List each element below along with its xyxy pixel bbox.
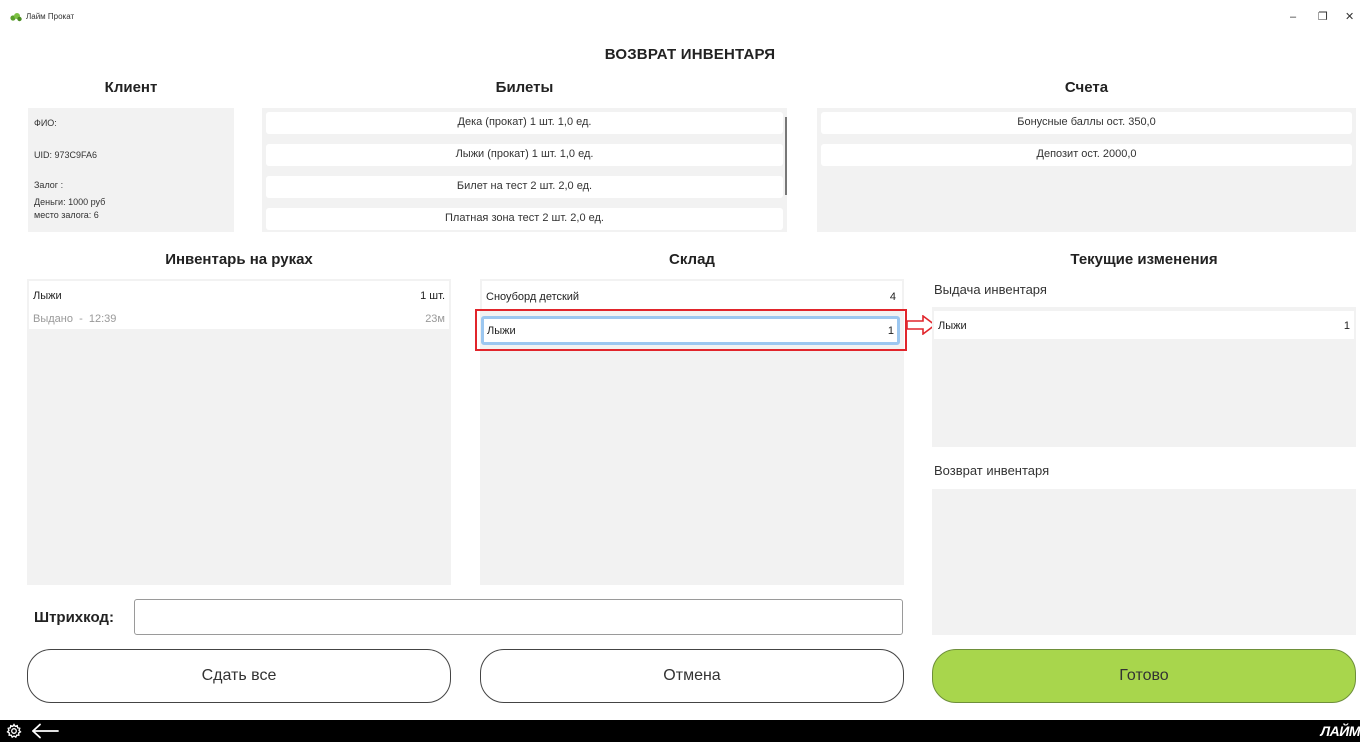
cancel-button[interactable]: Отмена xyxy=(480,649,904,703)
inventory-item-name: Лыжи xyxy=(33,290,62,302)
accounts-panel: Бонусные баллы ост. 350,0 Депозит ост. 2… xyxy=(817,108,1356,232)
warehouse-item-name: Сноуборд детский xyxy=(486,291,580,303)
lime-logo-icon xyxy=(10,13,22,22)
barcode-label: Штрихкод: xyxy=(34,609,114,626)
tickets-panel[interactable]: Дека (прокат) 1 шт. 1,0 ед. Лыжи (прокат… xyxy=(262,108,787,232)
minimize-button[interactable]: – xyxy=(1290,10,1296,24)
issue-item-name: Лыжи xyxy=(938,320,967,332)
accounts-header: Счета xyxy=(1064,79,1109,96)
issue-header: Выдача инвентаря xyxy=(934,282,1047,297)
inventory-item[interactable]: Лыжи 1 шт. Выдано - 12:39 23м xyxy=(29,281,449,329)
warehouse-item[interactable]: Сноуборд детский 4 xyxy=(482,281,902,311)
client-deposit-place: место залога: 6 xyxy=(34,210,99,220)
title-bar xyxy=(0,0,1360,36)
app-name: Лайм Прокат xyxy=(26,12,75,21)
client-fio: ФИО: xyxy=(34,118,57,128)
return-all-button[interactable]: Сдать все xyxy=(27,649,451,703)
back-arrow-icon[interactable] xyxy=(30,723,60,739)
issue-panel: Лыжи 1 xyxy=(932,307,1356,447)
return-header: Возврат инвентаря xyxy=(934,463,1050,478)
warehouse-item-name: Лыжи xyxy=(487,325,516,337)
ticket-item[interactable]: Платная зона тест 2 шт. 2,0 ед. xyxy=(266,208,783,230)
warehouse-item-qty: 1 xyxy=(887,325,894,337)
client-money: Деньги: 1000 руб xyxy=(34,197,106,207)
inventory-item-duration: 23м xyxy=(425,313,445,325)
tickets-scrollbar[interactable] xyxy=(785,117,787,195)
inventory-on-hand-header: Инвентарь на руках xyxy=(165,251,313,268)
restore-button[interactable]: ❐ xyxy=(1318,10,1328,24)
client-deposit: Залог : xyxy=(34,180,64,190)
ticket-item[interactable]: Билет на тест 2 шт. 2,0 ед. xyxy=(266,176,783,198)
inventory-item-qty: 1 шт. xyxy=(420,290,445,302)
client-header: Клиент xyxy=(104,79,158,96)
current-changes-header: Текущие изменения xyxy=(1070,251,1218,268)
bottom-bar xyxy=(0,720,1360,742)
inventory-on-hand-panel: Лыжи 1 шт. Выдано - 12:39 23м xyxy=(27,279,451,585)
done-button[interactable]: Готово xyxy=(932,649,1356,703)
client-panel: ФИО: UID: 973C9FA6 Залог : Деньги: 1000 … xyxy=(28,108,234,232)
tickets-header: Билеты xyxy=(495,79,554,96)
client-uid: UID: 973C9FA6 xyxy=(34,150,98,160)
warehouse-item-selected[interactable]: Лыжи 1 xyxy=(481,316,900,345)
ticket-item[interactable]: Дека (прокат) 1 шт. 1,0 ед. xyxy=(266,112,783,134)
warehouse-header: Склад xyxy=(669,251,715,268)
warehouse-item-qty: 4 xyxy=(889,291,896,303)
brand-logo: ЛАЙМ xyxy=(1320,723,1360,739)
return-panel xyxy=(932,489,1356,635)
close-button[interactable]: ✕ xyxy=(1345,10,1354,24)
issue-item-qty: 1 xyxy=(1343,320,1350,332)
inventory-item-status: Выдано - 12:39 xyxy=(33,313,117,325)
gear-icon[interactable] xyxy=(6,723,22,739)
page-title: ВОЗВРАТ ИНВЕНТАРЯ xyxy=(604,46,776,63)
ticket-item[interactable]: Лыжи (прокат) 1 шт. 1,0 ед. xyxy=(266,144,783,166)
account-item[interactable]: Депозит ост. 2000,0 xyxy=(821,144,1352,166)
barcode-input[interactable] xyxy=(134,599,903,635)
issue-item[interactable]: Лыжи 1 xyxy=(934,311,1354,339)
account-item[interactable]: Бонусные баллы ост. 350,0 xyxy=(821,112,1352,134)
